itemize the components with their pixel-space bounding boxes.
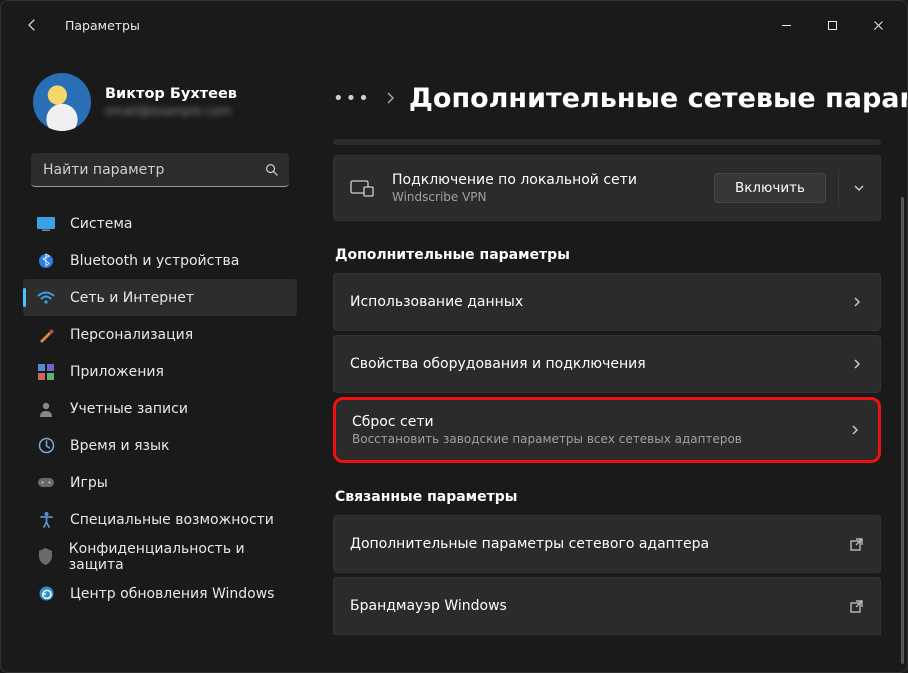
breadcrumb-ellipsis[interactable]: •••	[333, 88, 371, 109]
sidebar-item-label: Игры	[70, 475, 108, 491]
sidebar-item-time-language[interactable]: Время и язык	[23, 427, 297, 464]
item-label: Свойства оборудования и подключения	[350, 356, 850, 372]
sidebar-item-label: Приложения	[70, 364, 164, 380]
section-header-related: Связанные параметры	[335, 489, 899, 505]
update-icon	[37, 585, 55, 603]
item-firewall[interactable]: Брандмауэр Windows	[333, 577, 881, 635]
sidebar-item-accounts[interactable]: Учетные записи	[23, 390, 297, 427]
chevron-right-icon	[850, 357, 864, 371]
item-label: Брандмауэр Windows	[350, 598, 849, 614]
sidebar-item-personalization[interactable]: Персонализация	[23, 316, 297, 353]
profile-name: Виктор Бухтеев	[105, 86, 237, 102]
breadcrumb: ••• Дополнительные сетевые параметр	[333, 49, 899, 139]
maximize-button[interactable]	[809, 9, 855, 41]
chevron-right-icon	[850, 295, 864, 309]
sidebar-item-label: Сеть и Интернет	[70, 290, 194, 306]
shield-icon	[37, 548, 54, 566]
sidebar-item-update[interactable]: Центр обновления Windows	[23, 575, 297, 612]
item-adapter-options[interactable]: Дополнительные параметры сетевого адапте…	[333, 515, 881, 573]
user-icon	[37, 400, 55, 418]
ethernet-icon	[350, 178, 392, 198]
section-header-more: Дополнительные параметры	[335, 247, 899, 263]
apps-icon	[37, 363, 55, 381]
close-button[interactable]	[855, 9, 901, 41]
expand-button[interactable]	[838, 170, 878, 206]
page-title: Дополнительные сетевые параметр	[409, 83, 907, 114]
window-title: Параметры	[65, 18, 140, 33]
sidebar-item-label: Время и язык	[70, 438, 169, 454]
external-link-icon	[849, 599, 864, 614]
chevron-down-icon	[852, 181, 866, 195]
chevron-right-icon	[848, 423, 862, 437]
section-divider	[333, 139, 881, 145]
item-label: Дополнительные параметры сетевого адапте…	[350, 536, 849, 552]
enable-button[interactable]: Включить	[714, 173, 826, 203]
sidebar: Виктор Бухтеев email@example.com Система…	[1, 49, 311, 672]
nav-list: Система Bluetooth и устройства Сеть и Ин…	[19, 205, 301, 612]
scrollbar[interactable]	[901, 197, 904, 664]
sidebar-item-bluetooth[interactable]: Bluetooth и устройства	[23, 242, 297, 279]
window-controls	[763, 9, 901, 41]
arrow-left-icon	[24, 17, 40, 33]
bluetooth-icon	[37, 252, 55, 270]
chevron-right-icon	[385, 91, 395, 105]
titlebar: Параметры	[1, 1, 907, 49]
profile-block[interactable]: Виктор Бухтеев email@example.com	[19, 59, 301, 153]
search-input[interactable]	[43, 162, 264, 178]
sidebar-item-system[interactable]: Система	[23, 205, 297, 242]
sidebar-item-label: Система	[70, 216, 132, 232]
profile-email: email@example.com	[105, 104, 237, 118]
item-subtitle: Восстановить заводские параметры всех се…	[352, 432, 848, 446]
connection-title: Подключение по локальной сети	[392, 172, 714, 188]
connection-subtitle: Windscribe VPN	[392, 190, 714, 204]
sidebar-item-label: Bluetooth и устройства	[70, 253, 239, 269]
display-icon	[37, 215, 55, 233]
connection-card[interactable]: Подключение по локальной сети Windscribe…	[333, 155, 881, 221]
item-label: Использование данных	[350, 294, 850, 310]
accessibility-icon	[37, 511, 55, 529]
wifi-icon	[37, 289, 55, 307]
item-data-usage[interactable]: Использование данных	[333, 273, 881, 331]
search-icon	[264, 162, 279, 177]
back-button[interactable]	[17, 10, 47, 40]
brush-icon	[37, 326, 55, 344]
item-label: Сброс сети	[352, 414, 848, 430]
external-link-icon	[849, 537, 864, 552]
sidebar-item-label: Учетные записи	[70, 401, 188, 417]
sidebar-item-network[interactable]: Сеть и Интернет	[23, 279, 297, 316]
gamepad-icon	[37, 474, 55, 492]
item-network-reset[interactable]: Сброс сети Восстановить заводские параме…	[333, 397, 881, 463]
sidebar-item-apps[interactable]: Приложения	[23, 353, 297, 390]
clock-icon	[37, 437, 55, 455]
sidebar-item-label: Специальные возможности	[70, 512, 274, 528]
sidebar-item-label: Конфиденциальность и защита	[69, 541, 287, 573]
sidebar-item-accessibility[interactable]: Специальные возможности	[23, 501, 297, 538]
sidebar-item-label: Персонализация	[70, 327, 193, 343]
sidebar-item-gaming[interactable]: Игры	[23, 464, 297, 501]
sidebar-item-privacy[interactable]: Конфиденциальность и защита	[23, 538, 297, 575]
main-content: ••• Дополнительные сетевые параметр Подк…	[311, 49, 907, 672]
avatar	[33, 73, 91, 131]
minimize-button[interactable]	[763, 9, 809, 41]
search-box[interactable]	[31, 153, 289, 187]
item-hardware-properties[interactable]: Свойства оборудования и подключения	[333, 335, 881, 393]
sidebar-item-label: Центр обновления Windows	[70, 586, 274, 602]
